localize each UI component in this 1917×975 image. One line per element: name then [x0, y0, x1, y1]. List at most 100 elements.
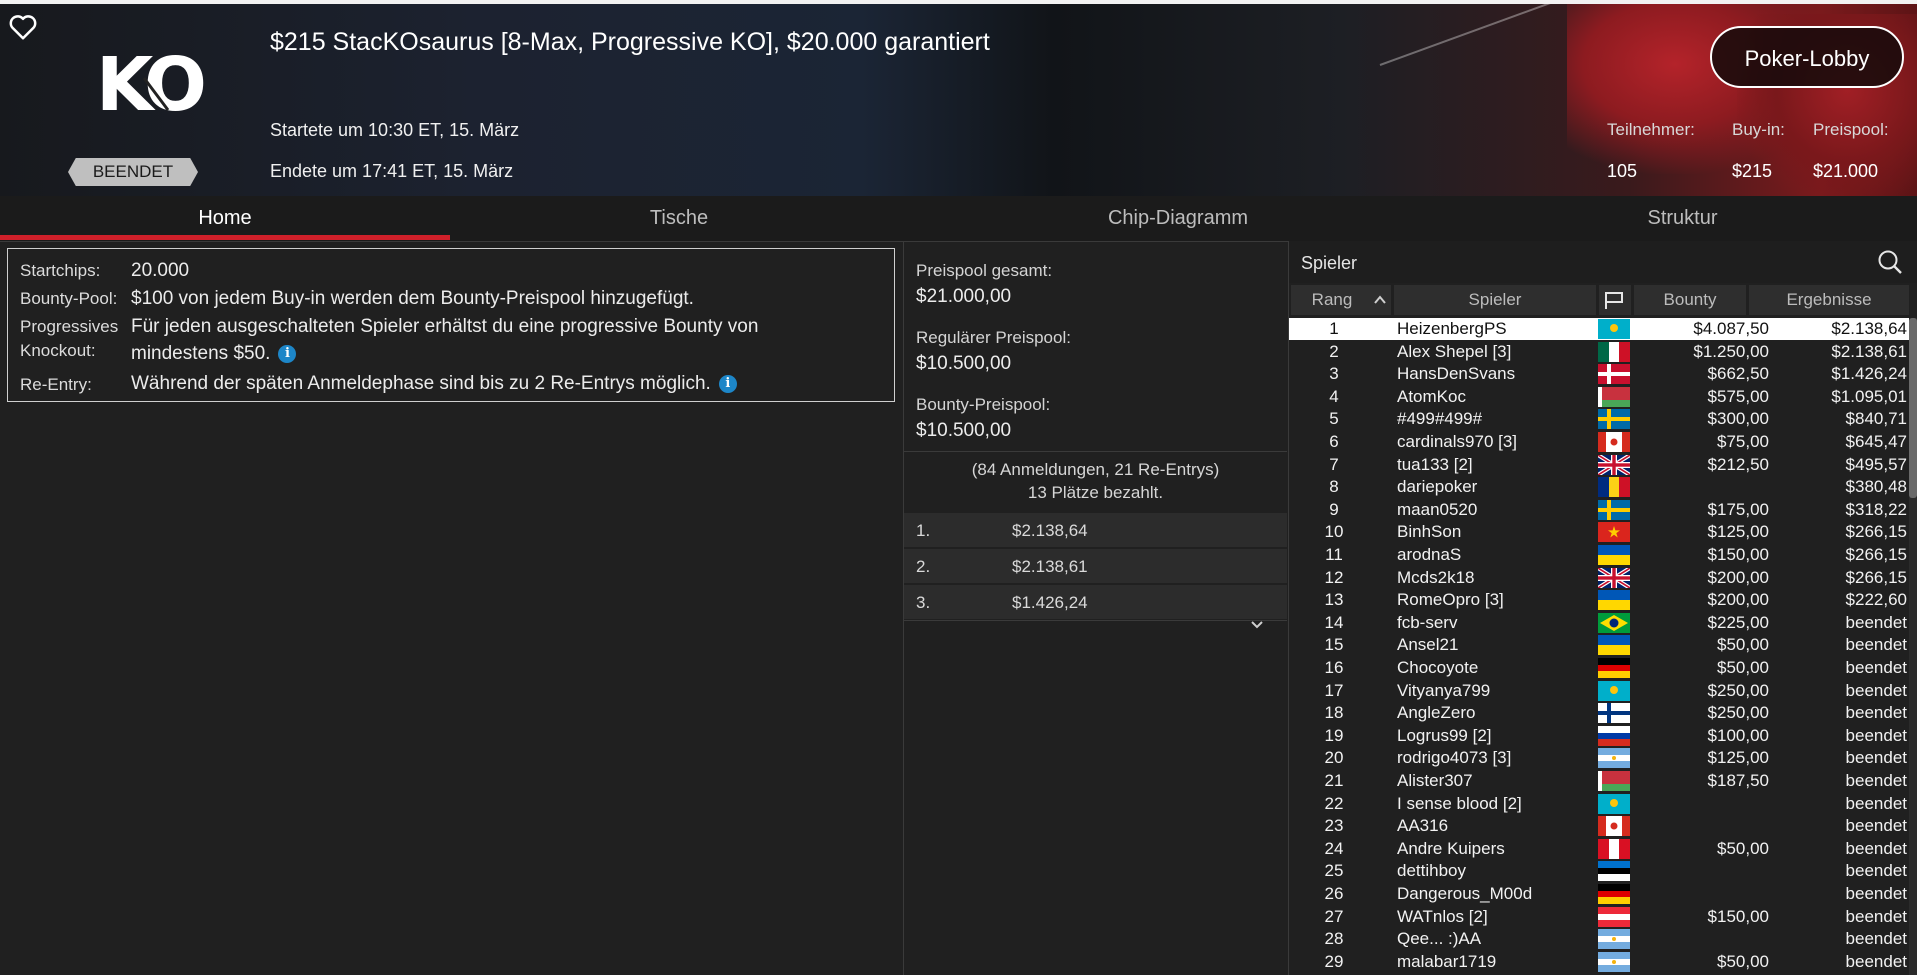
tab-chip-diagramm[interactable]: Chip-Diagramm — [908, 196, 1448, 241]
table-row[interactable]: 21 Alister307 $187,50 beendet — [1289, 770, 1909, 792]
column-header-bounty[interactable]: Bounty — [1634, 290, 1746, 310]
table-row[interactable]: 1 HeizenbergPS $4.087,50 $2.138,64 — [1289, 318, 1909, 340]
bounty-cell: $250,00 — [1707, 680, 1769, 700]
bounty-cell: $225,00 — [1707, 612, 1769, 632]
bounty-cell: $50,00 — [1717, 658, 1769, 677]
table-row[interactable]: 10 BinhSon $125,00 $266,15 — [1289, 521, 1909, 543]
column-header-rank[interactable]: Rang — [1291, 290, 1373, 310]
result-cell: $380,48 — [1845, 477, 1907, 497]
table-row[interactable]: 26 Dangerous_M00d beendet — [1289, 883, 1909, 905]
table-row[interactable]: 29 malabar1719 $50,00 beendet — [1289, 951, 1909, 973]
player-name-cell: Andre Kuipers — [1397, 838, 1505, 858]
prize-separator — [904, 451, 1287, 452]
table-row[interactable]: 20 rodrigo4073 [3] $125,00 beendet — [1289, 747, 1909, 769]
column-header-player[interactable]: Spieler — [1394, 290, 1596, 310]
kz-flag-icon — [1598, 793, 1630, 814]
paid-places-note: 13 Plätze bezahlt. — [1027, 483, 1164, 502]
result-cell: beendet — [1845, 906, 1907, 926]
tab-struktur[interactable]: Struktur — [1448, 196, 1917, 241]
table-row[interactable]: 25 dettihboy beendet — [1289, 860, 1909, 882]
search-icon[interactable] — [1876, 248, 1904, 276]
bounty-cell: $575,00 — [1707, 386, 1769, 406]
status-badge: BEENDET — [68, 158, 198, 186]
rank-cell: 2 — [1329, 341, 1339, 361]
table-row[interactable]: 23 AA316 beendet — [1289, 815, 1909, 837]
table-row[interactable]: 14 fcb-serv $225,00 beendet — [1289, 612, 1909, 634]
by-flag-icon — [1598, 771, 1630, 791]
players-title: Spieler — [1301, 253, 1358, 273]
rank-cell: 20 — [1324, 748, 1344, 768]
rank-cell: 11 — [1325, 545, 1343, 564]
table-row[interactable]: 11 arodnaS $150,00 $266,15 — [1289, 544, 1909, 566]
payout-amount: $2.138,61 — [1012, 557, 1088, 576]
ua-flag-icon — [1598, 635, 1630, 656]
tab-tische[interactable]: Tische — [450, 196, 908, 241]
player-name-cell: arodnaS — [1397, 545, 1462, 564]
prizepool-value: $21.000 — [1813, 161, 1879, 181]
pko-value-line2-wrap: mindestens $50. i — [131, 343, 297, 365]
result-cell: beendet — [1845, 838, 1907, 858]
info-icon[interactable]: i — [278, 345, 297, 363]
kz-flag-icon — [1598, 319, 1630, 339]
player-name-cell: #499#499# — [1397, 409, 1483, 429]
player-name-cell: Ansel21 — [1397, 635, 1459, 655]
table-row[interactable]: 22 I sense blood [2] beendet — [1289, 793, 1909, 815]
gb-flag-icon — [1598, 567, 1630, 588]
table-row[interactable]: 24 Andre Kuipers $50,00 beendet — [1289, 838, 1909, 860]
table-row[interactable]: 16 Chocoyote $50,00 beendet — [1289, 657, 1909, 679]
table-row[interactable]: 13 RomeOpro [3] $200,00 $222,60 — [1289, 589, 1909, 611]
result-cell: beendet — [1845, 748, 1907, 768]
player-name-cell: maan0520 — [1397, 499, 1478, 519]
sort-ascending-icon[interactable] — [1373, 294, 1387, 306]
result-cell: beendet — [1845, 861, 1907, 881]
chevron-down-icon[interactable] — [1250, 618, 1264, 632]
player-name-cell: Mcds2k18 — [1397, 567, 1475, 587]
rank-cell: 6 — [1329, 432, 1339, 451]
rank-cell: 10 — [1324, 522, 1344, 542]
rank-cell: 16 — [1324, 658, 1344, 677]
column-header-result[interactable]: Ergebnisse — [1749, 290, 1909, 310]
bounty-cell: $100,00 — [1707, 725, 1769, 745]
table-row[interactable]: 28 Qee... :)AA beendet — [1289, 928, 1909, 950]
table-row[interactable]: 7 tua133 [2] $212,50 $495,57 — [1289, 454, 1909, 476]
entries-note: (84 Anmeldungen, 21 Re-Entrys) — [971, 460, 1220, 479]
table-row[interactable]: 12 Mcds2k18 $200,00 $266,15 — [1289, 567, 1909, 589]
table-row[interactable]: 2 Alex Shepel [3] $1.250,00 $2.138,61 — [1289, 341, 1909, 363]
flag-column-icon[interactable] — [1603, 290, 1625, 310]
bounty-cell: $125,00 — [1707, 522, 1769, 542]
rank-cell: 17 — [1324, 680, 1344, 700]
kz-flag-icon — [1598, 680, 1630, 701]
table-row[interactable]: 19 Logrus99 [2] $100,00 beendet — [1289, 725, 1909, 747]
poker-lobby-button[interactable]: Poker-Lobby — [1710, 26, 1904, 88]
bounty-cell: $200,00 — [1707, 567, 1769, 587]
bounty-prizepool-label: Bounty-Preispool: — [916, 395, 1051, 414]
bounty-cell: $4.087,50 — [1693, 319, 1769, 338]
table-row[interactable]: 4 AtomKoc $575,00 $1.095,01 — [1289, 386, 1909, 408]
bountypool-label: Bounty-Pool: — [20, 289, 118, 308]
table-row[interactable]: 18 AngleZero $250,00 beendet — [1289, 702, 1909, 724]
tournament-header: KO BEENDET $215 StacKOsaurus [8-Max, Pro… — [0, 4, 1917, 196]
table-row[interactable]: 8 dariepoker $380,48 — [1289, 476, 1909, 498]
table-row[interactable]: 3 HansDenSvans $662,50 $1.426,24 — [1289, 363, 1909, 385]
result-cell: $1.426,24 — [1831, 364, 1907, 384]
players-scrollbar-thumb[interactable] — [1909, 318, 1917, 498]
table-row[interactable]: 9 maan0520 $175,00 $318,22 — [1289, 499, 1909, 521]
se-flag-icon — [1598, 409, 1630, 430]
rank-cell: 18 — [1324, 703, 1344, 723]
ar-flag-icon — [1598, 929, 1630, 950]
table-row[interactable]: 27 WATnlos [2] $150,00 beendet — [1289, 906, 1909, 928]
table-row[interactable]: 6 cardinals970 [3] $75,00 $645,47 — [1289, 431, 1909, 453]
favorite-heart-icon[interactable] — [8, 13, 38, 41]
reentry-value-wrap: Während der späten Anmeldephase sind bis… — [131, 373, 737, 395]
startchips-label: Startchips: — [20, 261, 101, 280]
table-row[interactable]: 17 Vityanya799 $250,00 beendet — [1289, 680, 1909, 702]
result-cell: beendet — [1845, 658, 1907, 677]
result-cell: beendet — [1845, 635, 1907, 655]
bounty-cell: $75,00 — [1717, 432, 1769, 451]
info-icon[interactable]: i — [718, 375, 737, 393]
buyin-value: $215 — [1732, 161, 1773, 181]
table-row[interactable]: 5 #499#499# $300,00 $840,71 — [1289, 408, 1909, 430]
ua-flag-icon — [1598, 545, 1630, 565]
table-row[interactable]: 15 Ansel21 $50,00 beendet — [1289, 634, 1909, 656]
ko-logo-slash-icon — [142, 77, 170, 111]
